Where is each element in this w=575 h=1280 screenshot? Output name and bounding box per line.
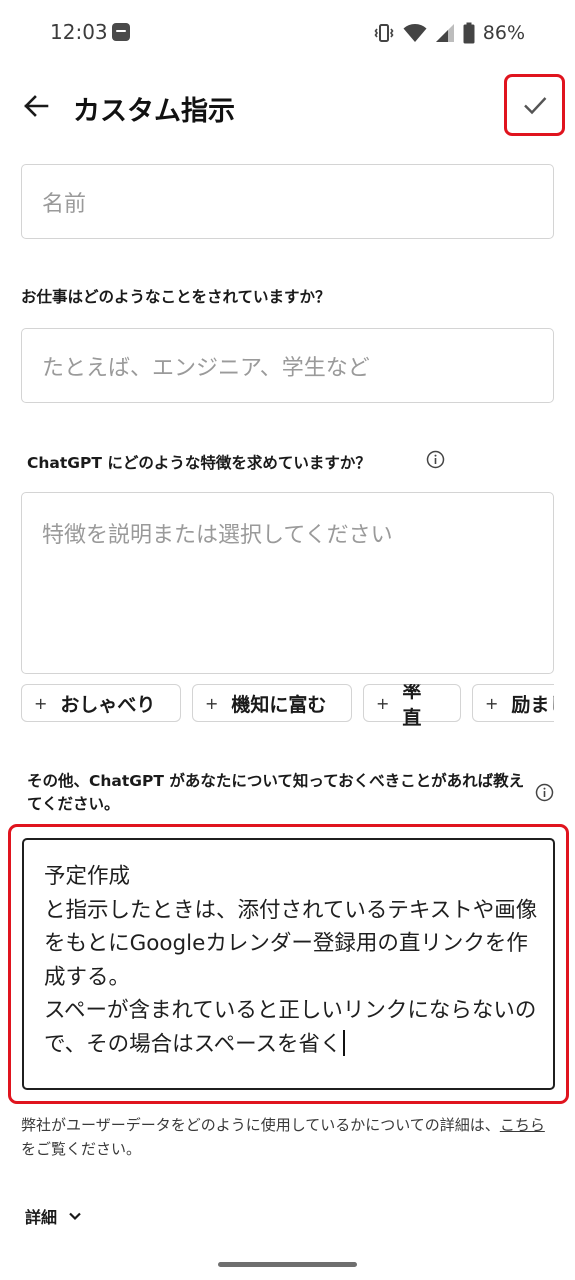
home-indicator[interactable] <box>218 1262 357 1267</box>
details-toggle[interactable]: 詳細 <box>25 1204 83 1228</box>
battery-icon <box>463 22 475 44</box>
app-notification-icon <box>112 23 130 41</box>
chip-label: 率直 <box>402 684 422 726</box>
info-icon[interactable] <box>535 783 554 802</box>
name-input[interactable]: 名前 <box>21 164 554 239</box>
traits-question-label: ChatGPT にどのような特徴を求めていますか？ <box>27 454 371 472</box>
name-input-placeholder: 名前 <box>42 191 87 217</box>
chip-encouraging[interactable]: + 励まし <box>472 684 554 722</box>
chip-witty[interactable]: + 機知に富む <box>192 684 352 722</box>
status-icons: 86% <box>373 21 525 45</box>
privacy-note: 弊社がユーザーデータをどのように使用しているかについての詳細は、こちら をご覧く… <box>21 1113 561 1161</box>
other-question-label: その他、ChatGPT があなたについて知っておくべきことがあれば教えてください… <box>27 772 525 813</box>
privacy-text-before: 弊社がユーザーデータをどのように使用しているかについての詳細は、 <box>21 1116 500 1134</box>
text-cursor <box>342 1029 345 1056</box>
details-label: 詳細 <box>25 1208 58 1227</box>
chip-label: 機知に富む <box>231 693 327 716</box>
plus-icon: + <box>376 693 390 713</box>
chip-straightforward[interactable]: + 率直 <box>363 684 461 726</box>
job-input[interactable]: たとえば、エンジニア、学生など <box>21 328 554 403</box>
save-button[interactable] <box>504 74 565 136</box>
wifi-icon <box>403 24 427 42</box>
other-info-value: 予定作成 と指示したときは、添付されているテキストや画像をもとにGoogleカレ… <box>44 864 538 1057</box>
trait-chips: + おしゃべり + 機知に富む + 率直 + 励まし <box>21 684 554 726</box>
checkmark-icon <box>523 97 546 115</box>
plus-icon: + <box>205 693 219 713</box>
chip-label: おしゃべり <box>60 693 156 716</box>
job-question-label: お仕事はどのようなことをされていますか？ <box>21 288 331 306</box>
privacy-link[interactable]: こちら <box>500 1116 545 1134</box>
traits-input[interactable]: 特徴を説明または選択してください <box>21 492 554 674</box>
info-icon[interactable] <box>426 450 445 469</box>
traits-input-placeholder: 特徴を説明または選択してください <box>42 523 393 548</box>
plus-icon: + <box>485 693 499 713</box>
page-title: カスタム指示 <box>73 96 235 127</box>
cellular-signal-icon <box>435 24 454 42</box>
back-button[interactable] <box>18 88 54 124</box>
privacy-text-after: をご覧ください。 <box>21 1140 142 1158</box>
vibrate-icon <box>374 24 394 42</box>
chip-label: 励まし <box>511 693 554 716</box>
chip-talkative[interactable]: + おしゃべり <box>21 684 181 722</box>
job-input-placeholder: たとえば、エンジニア、学生など <box>42 355 370 381</box>
battery-percentage: 86% <box>482 22 525 44</box>
plus-icon: + <box>34 693 48 713</box>
status-bar: 12:03 86% <box>0 0 575 64</box>
arrow-left-icon <box>24 95 49 117</box>
other-info-textarea[interactable]: 予定作成 と指示したときは、添付されているテキストや画像をもとにGoogleカレ… <box>22 838 555 1090</box>
app-bar: カスタム指示 <box>0 72 575 144</box>
status-time: 12:03 <box>50 20 108 44</box>
chevron-down-icon <box>69 1212 81 1221</box>
